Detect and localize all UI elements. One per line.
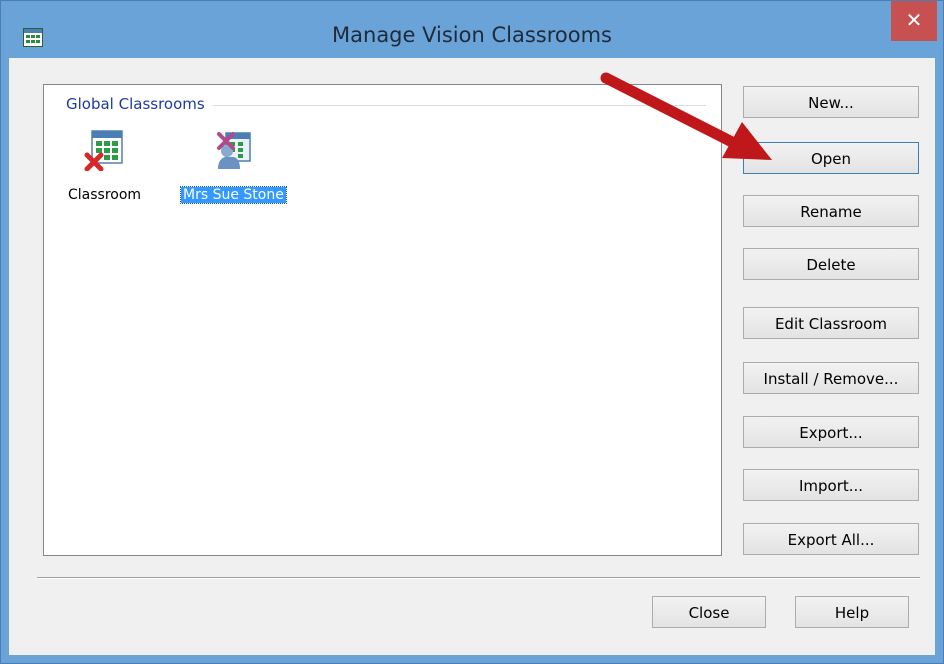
annotation-arrow-icon [600,72,772,160]
